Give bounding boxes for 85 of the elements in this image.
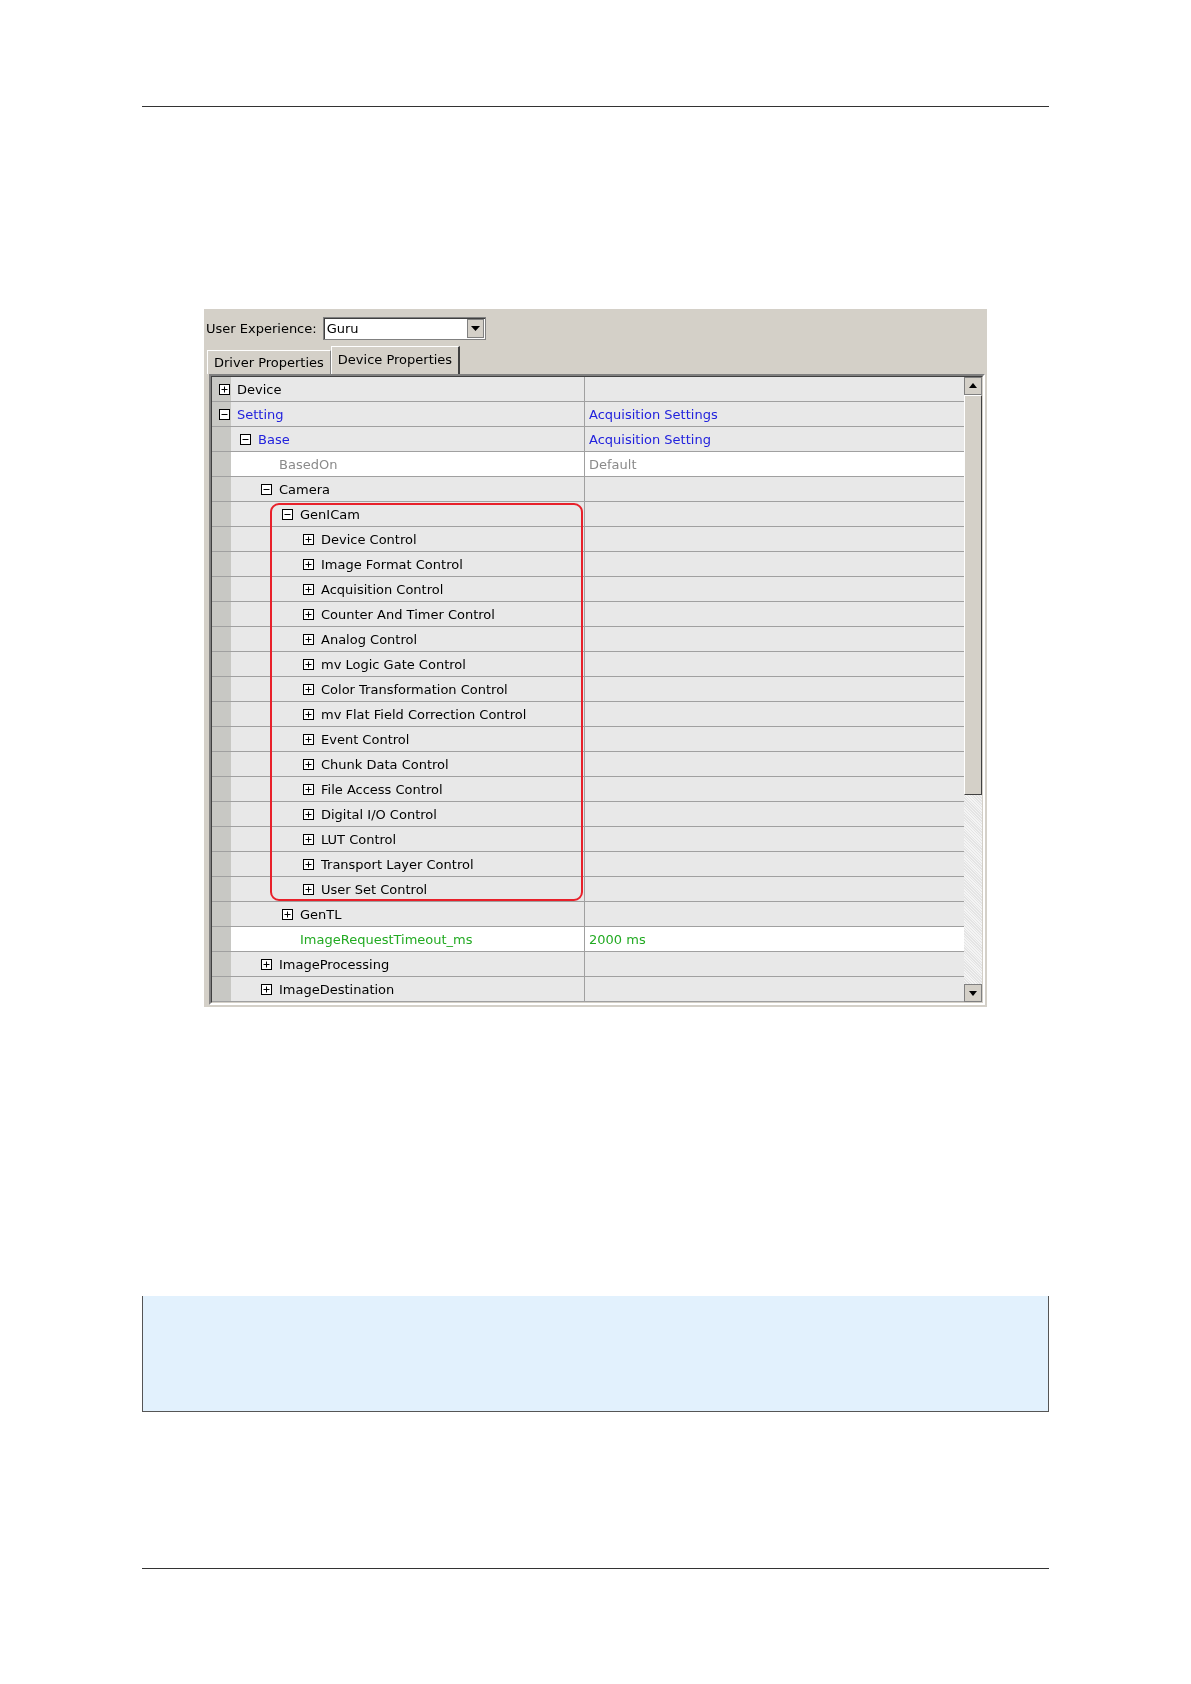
- property-name: File Access Control: [321, 781, 443, 797]
- property-value-cell[interactable]: Acquisition Settings: [585, 402, 964, 426]
- property-name-cell[interactable]: Analog Control: [212, 627, 585, 651]
- user-experience-label: User Experience:: [206, 321, 317, 336]
- property-name: BasedOn: [279, 456, 338, 472]
- property-name-cell[interactable]: Device Control: [212, 527, 585, 551]
- scroll-down-icon[interactable]: [964, 984, 982, 1002]
- property-name: Counter And Timer Control: [321, 606, 495, 622]
- property-name-cell[interactable]: GenICam: [212, 502, 585, 526]
- expand-icon[interactable]: [303, 883, 314, 895]
- property-name: Acquisition Control: [321, 581, 444, 597]
- property-name: Analog Control: [321, 631, 418, 647]
- property-name: Digital I/O Control: [321, 806, 437, 822]
- collapse-icon[interactable]: [261, 483, 272, 495]
- expand-icon[interactable]: [282, 908, 293, 920]
- property-name: Color Transformation Control: [321, 681, 508, 697]
- collapse-icon[interactable]: [219, 408, 230, 420]
- property-name-cell[interactable]: Setting: [212, 402, 585, 426]
- expand-icon[interactable]: [303, 583, 314, 595]
- property-value: Default: [589, 456, 637, 472]
- property-value: Acquisition Setting: [589, 431, 711, 447]
- expand-icon[interactable]: [303, 858, 314, 870]
- property-name-cell[interactable]: File Access Control: [212, 777, 585, 801]
- property-value-cell[interactable]: Acquisition Setting: [585, 427, 964, 451]
- tab[interactable]: Device Properties: [330, 346, 461, 374]
- expand-icon[interactable]: [261, 958, 272, 970]
- scrollbar[interactable]: [964, 377, 982, 1002]
- property-name-cell[interactable]: Transport Layer Control: [212, 852, 585, 876]
- property-name: ImageProcessing: [279, 956, 390, 972]
- property-name: ImageRequestTimeout_ms: [300, 931, 473, 947]
- property-name-cell[interactable]: ImageProcessing: [212, 952, 585, 976]
- collapse-icon[interactable]: [282, 508, 293, 520]
- property-name: Base: [258, 431, 290, 447]
- tab[interactable]: Driver Properties: [207, 350, 331, 374]
- expand-icon[interactable]: [303, 533, 314, 545]
- property-name-cell[interactable]: Device: [212, 377, 585, 401]
- property-name: mv Flat Field Correction Control: [321, 706, 527, 722]
- property-name: Event Control: [321, 731, 410, 747]
- property-name-cell[interactable]: Chunk Data Control: [212, 752, 585, 776]
- property-name: Camera: [279, 481, 331, 497]
- expand-icon[interactable]: [303, 783, 314, 795]
- property-name: ImageDestination: [279, 981, 395, 997]
- property-name-cell[interactable]: Acquisition Control: [212, 577, 585, 601]
- property-name-cell[interactable]: Image Format Control: [212, 552, 585, 576]
- property-value: Acquisition Settings: [589, 406, 718, 422]
- property-name-cell[interactable]: Digital I/O Control: [212, 802, 585, 826]
- expand-icon[interactable]: [261, 983, 272, 995]
- property-name: User Set Control: [321, 881, 428, 897]
- property-name-cell[interactable]: Event Control: [212, 727, 585, 751]
- property-name-cell[interactable]: mv Logic Gate Control: [212, 652, 585, 676]
- property-name: GenTL: [300, 906, 342, 922]
- property-name: Chunk Data Control: [321, 756, 449, 772]
- property-name: Setting: [237, 406, 284, 422]
- expand-icon[interactable]: [303, 633, 314, 645]
- expand-icon[interactable]: [303, 558, 314, 570]
- property-name-cell[interactable]: Counter And Timer Control: [212, 602, 585, 626]
- user-experience-dropdown[interactable]: Guru: [322, 317, 486, 340]
- property-name: Device Control: [321, 531, 417, 547]
- property-name: Image Format Control: [321, 556, 463, 572]
- property-name: mv Logic Gate Control: [321, 656, 466, 672]
- property-name: Device: [237, 381, 282, 397]
- expand-icon[interactable]: [303, 733, 314, 745]
- property-value: 2000 ms: [589, 931, 646, 947]
- expand-icon[interactable]: [303, 683, 314, 695]
- expand-icon[interactable]: [303, 708, 314, 720]
- property-name: GenICam: [300, 506, 360, 522]
- scroll-up-icon[interactable]: [964, 377, 982, 395]
- expand-icon[interactable]: [219, 383, 230, 395]
- property-name-cell[interactable]: Base: [212, 427, 585, 451]
- collapse-icon[interactable]: [240, 433, 251, 445]
- property-name: Transport Layer Control: [321, 856, 474, 872]
- property-name: LUT Control: [321, 831, 397, 847]
- expand-icon[interactable]: [303, 758, 314, 770]
- property-name-cell[interactable]: LUT Control: [212, 827, 585, 851]
- expand-icon[interactable]: [303, 808, 314, 820]
- scroll-thumb[interactable]: [964, 395, 982, 795]
- expand-icon[interactable]: [303, 658, 314, 670]
- property-name-cell[interactable]: ImageDestination: [212, 977, 585, 1001]
- property-name-cell[interactable]: User Set Control: [212, 877, 585, 901]
- property-name-cell[interactable]: Camera: [212, 477, 585, 501]
- property-name-cell[interactable]: GenTL: [212, 902, 585, 926]
- expand-icon[interactable]: [303, 608, 314, 620]
- property-name-cell[interactable]: mv Flat Field Correction Control: [212, 702, 585, 726]
- expand-icon[interactable]: [303, 833, 314, 845]
- property-name-cell[interactable]: Color Transformation Control: [212, 677, 585, 701]
